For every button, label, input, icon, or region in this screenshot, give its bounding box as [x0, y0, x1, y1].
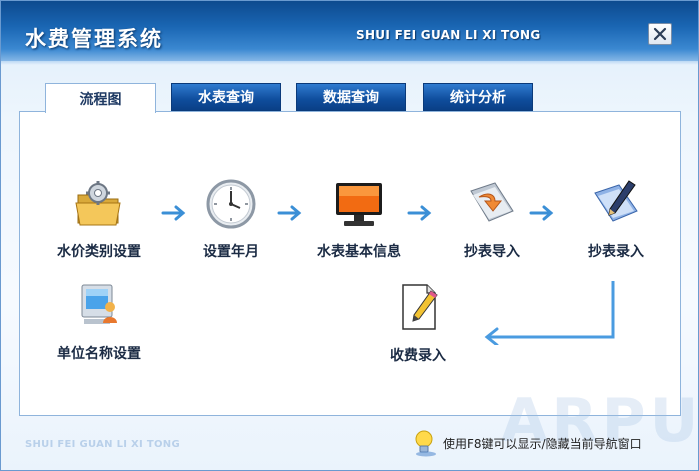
- arrow-right-icon: [161, 205, 186, 221]
- hint-text: 使用F8键可以显示/隐藏当前导航窗口: [443, 436, 642, 451]
- node-fee-entry[interactable]: 收费录入: [358, 281, 478, 365]
- node-meter-basic-info[interactable]: 水表基本信息: [299, 177, 419, 261]
- node-label: 水价类别设置: [57, 244, 141, 260]
- tab-label: 流程图: [79, 91, 122, 108]
- arrow-return-icon: [484, 281, 615, 345]
- arrow-right-icon: [277, 205, 302, 221]
- hint-bar: 使用F8键可以显示/隐藏当前导航窗口: [411, 429, 642, 457]
- computer-user-icon: [72, 279, 126, 333]
- node-label: 抄表录入: [588, 244, 644, 260]
- tab-meter-query[interactable]: 水表查询: [171, 83, 281, 114]
- arrow-right-icon: [529, 205, 554, 221]
- node-label: 单位名称设置: [57, 346, 141, 362]
- close-button[interactable]: [648, 23, 672, 45]
- lightbulb-icon: [415, 430, 436, 457]
- flowchart-panel: [19, 111, 681, 416]
- title-bar: 水费管理系统 SHUI FEI GUAN LI XI TONG: [1, 1, 698, 65]
- window-title: 水费管理系统: [25, 27, 163, 51]
- window-title-en: SHUI FEI GUAN LI XI TONG: [356, 28, 541, 42]
- node-unit-name-settings[interactable]: 单位名称设置: [39, 279, 159, 363]
- document-pen-icon: [391, 281, 445, 335]
- node-water-price-category[interactable]: 水价类别设置: [39, 177, 159, 261]
- book-pen-icon: [589, 177, 643, 231]
- tab-data-query[interactable]: 数据查询: [296, 83, 406, 114]
- tab-label: 统计分析: [450, 90, 506, 106]
- arrow-right-icon: [407, 205, 432, 221]
- book-import-icon: [465, 177, 519, 231]
- clock-icon: [204, 177, 258, 231]
- node-label: 设置年月: [203, 244, 259, 260]
- footer-title-en: SHUI FEI GUAN LI XI TONG: [25, 439, 180, 450]
- node-label: 收费录入: [390, 348, 446, 364]
- node-label: 抄表导入: [464, 244, 520, 260]
- close-icon: [653, 27, 667, 41]
- tab-flowchart[interactable]: 流程图: [45, 83, 156, 113]
- node-set-year-month[interactable]: 设置年月: [171, 177, 291, 261]
- app-window: 水费管理系统 SHUI FEI GUAN LI XI TONG 流程图 水表查询…: [0, 0, 699, 471]
- tab-statistics[interactable]: 统计分析: [423, 83, 533, 114]
- monitor-icon: [332, 177, 386, 231]
- tab-label: 水表查询: [198, 90, 254, 106]
- folder-gear-icon: [72, 177, 126, 231]
- node-label: 水表基本信息: [317, 244, 401, 260]
- node-reading-entry[interactable]: 抄表录入: [556, 177, 676, 261]
- tab-label: 数据查询: [323, 90, 379, 106]
